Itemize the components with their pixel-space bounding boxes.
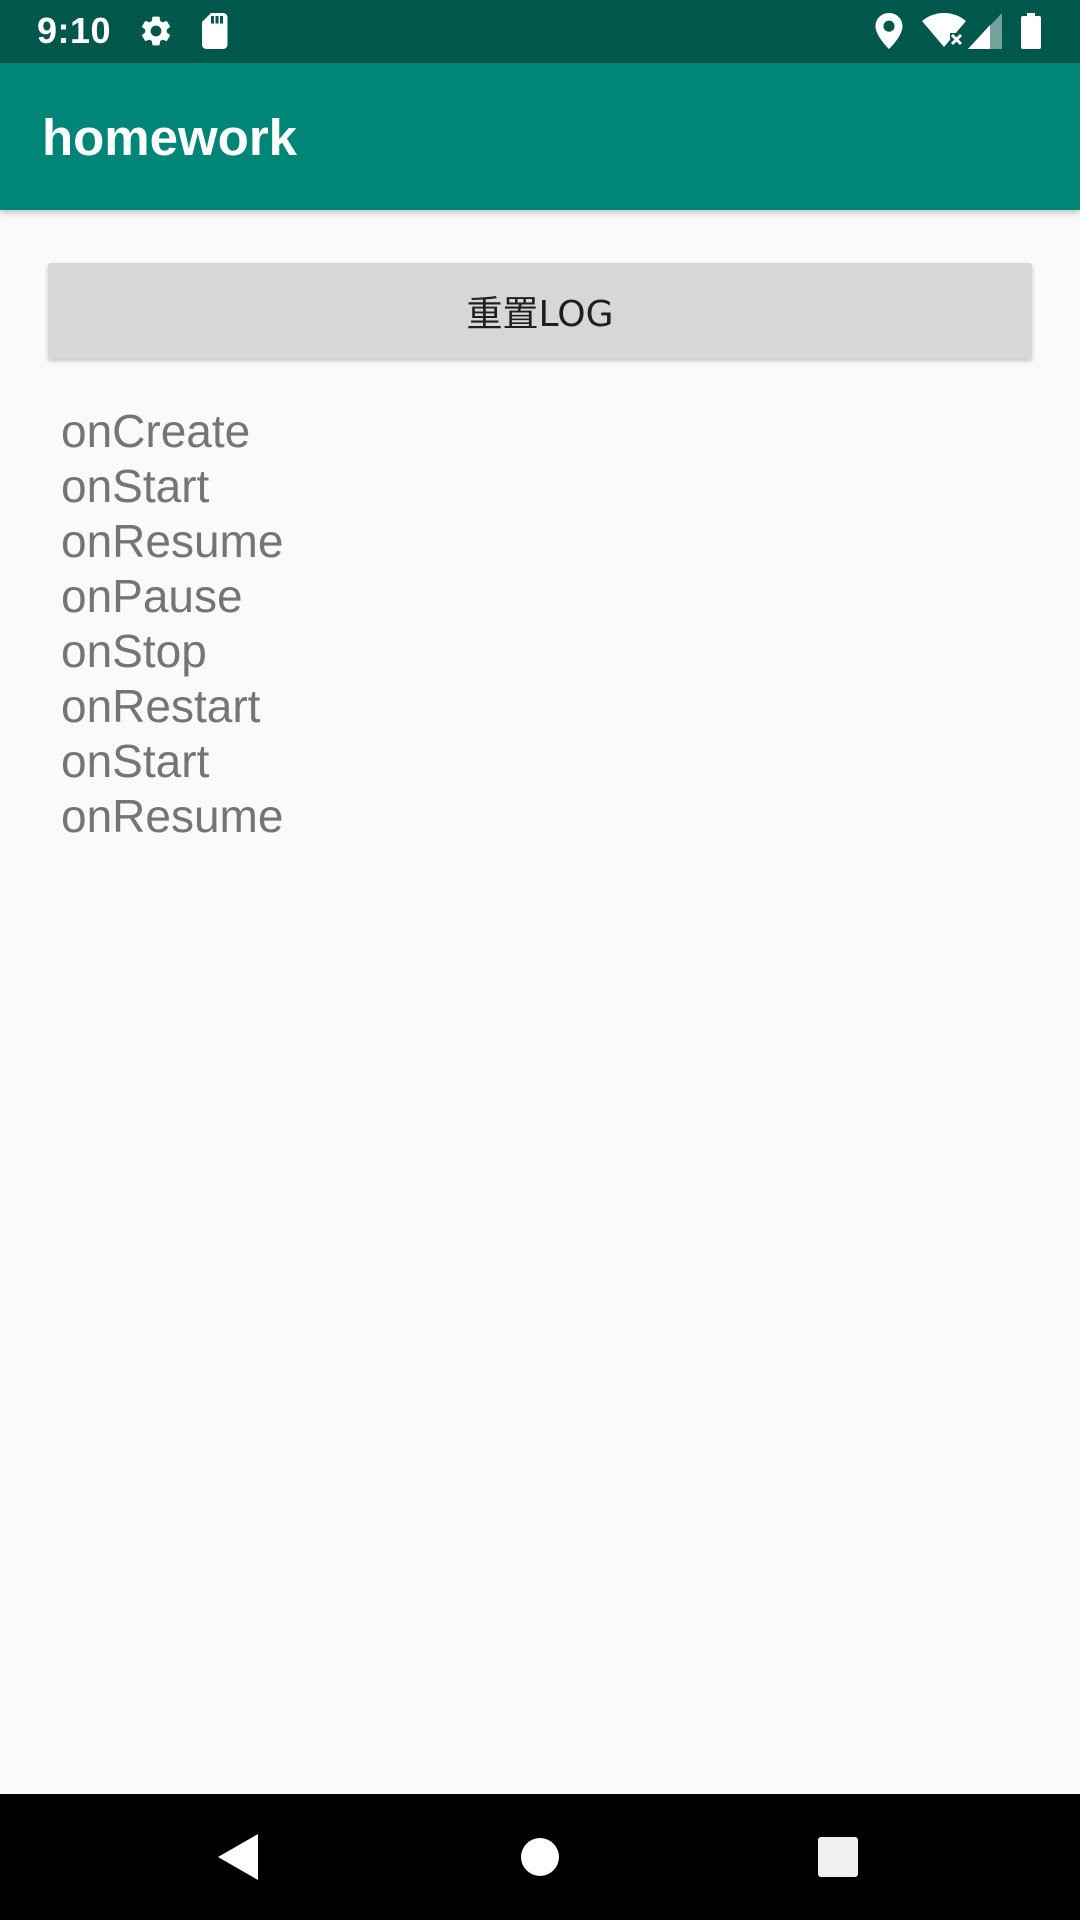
log-line: onCreate bbox=[61, 405, 251, 457]
reset-log-button[interactable]: 重置LOG bbox=[48, 263, 1032, 359]
app-screen: 9:10 homework 重置LOG onCreate onStart onR… bbox=[0, 0, 1080, 1920]
sd-card-icon bbox=[202, 13, 228, 49]
back-icon[interactable] bbox=[218, 1834, 258, 1880]
navigation-bar bbox=[0, 1794, 1080, 1920]
log-line: onStop bbox=[61, 625, 207, 677]
app-title: homework bbox=[42, 109, 298, 166]
app-bar: homework bbox=[0, 63, 1080, 210]
recents-icon[interactable] bbox=[818, 1837, 858, 1877]
log-line: onStart bbox=[61, 460, 210, 512]
log-list: onCreate onStart onResume onPause onStop… bbox=[61, 404, 283, 844]
status-bar: 9:10 bbox=[0, 0, 1080, 63]
settings-icon bbox=[141, 16, 171, 46]
log-line: onResume bbox=[61, 515, 284, 567]
cell-signal-icon bbox=[968, 13, 1002, 49]
wifi-icon bbox=[922, 13, 966, 47]
log-line: onRestart bbox=[61, 680, 261, 732]
log-line: onStart bbox=[61, 735, 210, 787]
status-time: 9:10 bbox=[37, 10, 112, 51]
battery-icon bbox=[1021, 13, 1041, 49]
location-icon bbox=[875, 13, 903, 49]
log-line: onResume bbox=[61, 790, 284, 842]
log-line: onPause bbox=[61, 570, 243, 622]
home-icon[interactable] bbox=[520, 1837, 560, 1877]
